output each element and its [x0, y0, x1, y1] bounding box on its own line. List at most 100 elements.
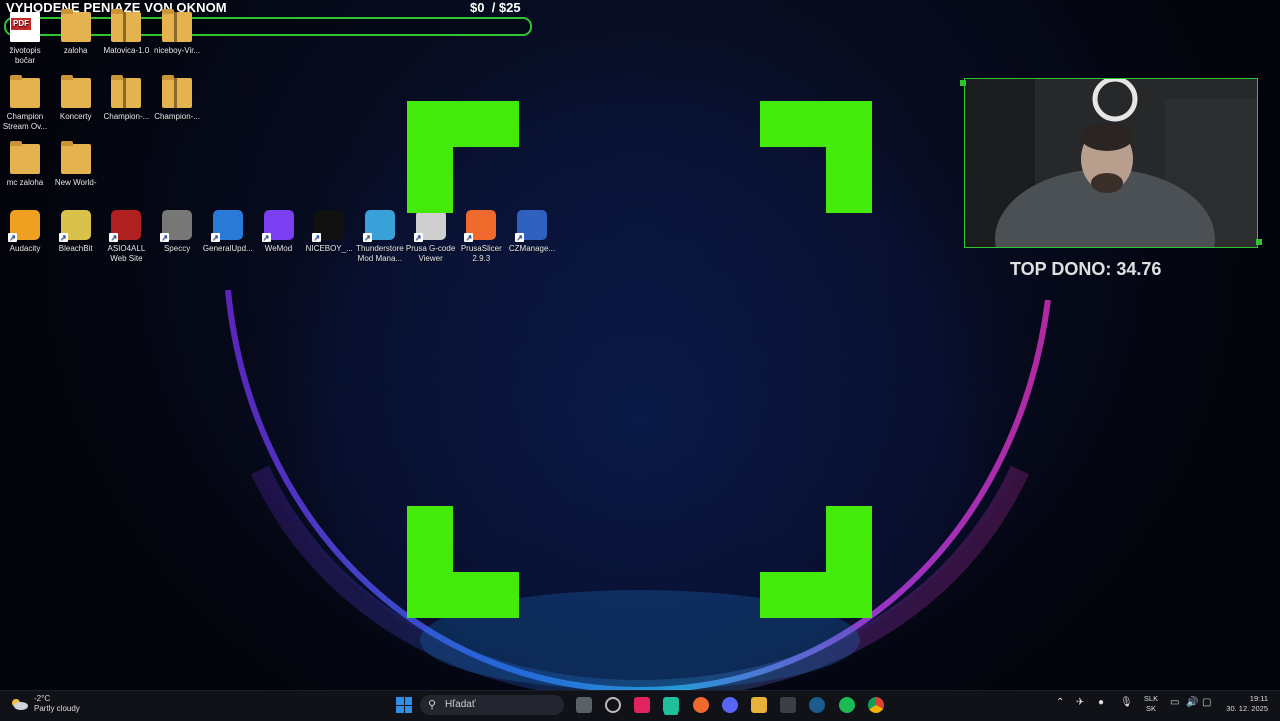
weather-widget[interactable]: -2°C Partly cloudy	[10, 694, 80, 714]
weather-description: Partly cloudy	[34, 704, 80, 713]
taskbar-search[interactable]: ⚲ Hľadať	[420, 695, 564, 715]
niceboy-icon	[312, 210, 345, 242]
top-donation-label: TOP DONO: 34.76	[1010, 259, 1162, 279]
desktop-icon[interactable]: BleachBit	[51, 210, 101, 254]
desktop-icon[interactable]: WeMod	[254, 210, 304, 254]
desktop-icon[interactable]: NICEBOY_...	[304, 210, 354, 254]
weather-temperature: -2°C	[34, 694, 51, 703]
desktop-icon-label: Matovica-1.0	[103, 46, 150, 55]
obs-icon[interactable]	[605, 697, 621, 713]
network-icon[interactable]: ▭	[1170, 697, 1179, 708]
desktop-icon[interactable]: Koncerty	[51, 75, 101, 122]
chrome-icon[interactable]	[868, 697, 884, 713]
desktop-icon[interactable]: Champion-...	[101, 75, 151, 122]
desktop-icon-label: niceboy-Vir...	[154, 46, 201, 55]
zip-folder-icon	[111, 75, 142, 108]
frame-corner-top-left	[407, 101, 519, 213]
desktop-icon[interactable]: mc zaloha	[0, 141, 50, 188]
desktop-icon[interactable]: CZManage...	[507, 210, 557, 254]
desktop-icon-label: CZManage...	[508, 244, 556, 253]
clock-date: 30. 12. 2025	[1226, 704, 1268, 713]
czmanager-icon	[515, 210, 547, 242]
spotify-icon[interactable]	[839, 697, 855, 713]
thunderstore-icon	[362, 210, 395, 242]
tray-app-icon[interactable]: ●	[1098, 697, 1104, 708]
language-indicator[interactable]: SLK SK	[1140, 694, 1162, 714]
desktop-icon[interactable]: zaloha	[51, 9, 101, 56]
webcam-image	[965, 79, 1257, 247]
prusaslicer-taskbar-icon[interactable]	[693, 697, 709, 713]
discord-icon[interactable]	[722, 697, 738, 713]
folder-icon	[60, 75, 91, 108]
desktop-icon[interactable]: PDF životopis bočar	[0, 12, 50, 66]
goal-target: / $25	[491, 0, 521, 15]
clock-time: 19:11	[1249, 694, 1268, 703]
frame-corner-top-right	[760, 101, 872, 213]
desktop-icon[interactable]: GeneralUpd...	[203, 210, 253, 254]
desktop-icon-label: Champion-...	[103, 112, 150, 121]
folder-icon	[60, 141, 91, 174]
desktop-icon[interactable]: ASIO4ALL Web Site	[101, 210, 151, 264]
desktop-icon[interactable]: Audacity	[0, 210, 50, 254]
zip-folder-icon	[111, 9, 142, 42]
desktop-icon-label: PrusaSlicer 2.9.3	[460, 244, 502, 263]
volume-icon[interactable]: 🔊	[1186, 697, 1198, 708]
task-view-icon[interactable]	[576, 697, 592, 713]
start-button[interactable]	[396, 697, 412, 713]
desktop-icon-label: Thunderstore Mod Mana...	[356, 244, 404, 263]
taskbar: -2°C Partly cloudy ⚲ Hľadať ⌃ ✈ ● 🎙 SLK …	[0, 690, 1280, 721]
desktop-icon-label: ASIO4ALL Web Site	[107, 244, 146, 263]
desktop-icon[interactable]: Thunderstore Mod Mana...	[355, 210, 405, 264]
desktop-icon-label: NICEBOY_...	[305, 244, 353, 253]
zip-folder-icon	[162, 9, 193, 42]
epic-games-icon[interactable]	[780, 697, 796, 713]
desktop-icon-label: Speccy	[163, 244, 191, 253]
keyboard-layout: SK	[1145, 704, 1156, 713]
microphone-icon[interactable]: 🎙	[1120, 697, 1133, 708]
active-app-icon[interactable]	[663, 697, 679, 713]
audacity-icon	[8, 210, 40, 242]
wemod-icon	[261, 210, 294, 242]
webcam-feed	[964, 78, 1258, 248]
desktop-icon-label: životopis bočar	[9, 46, 41, 65]
desktop-icon[interactable]: Champion Stream Ov...	[0, 75, 50, 132]
zip-folder-icon	[162, 75, 193, 108]
folder-icon	[60, 9, 91, 42]
search-placeholder: Hľadať	[445, 699, 476, 710]
desktop-icon-label: Champion-...	[154, 112, 200, 121]
general-update-icon	[210, 210, 243, 242]
prusaslicer-icon	[464, 210, 497, 242]
desktop-icon-label: mc zaloha	[6, 178, 44, 187]
desktop-icon[interactable]: Matovica-1.0	[101, 9, 151, 56]
chevron-up-icon[interactable]: ⌃	[1056, 697, 1064, 708]
desktop-icon-label: New World-	[54, 178, 97, 187]
webcam-handle	[960, 80, 966, 86]
prusa-gcode-icon	[413, 210, 446, 242]
desktop-icon[interactable]: Prusa G-code Viewer	[406, 210, 456, 264]
battery-icon[interactable]: ▢	[1202, 697, 1211, 708]
file-explorer-icon[interactable]	[751, 697, 767, 713]
language-code: SLK	[1143, 694, 1159, 703]
desktop-icon[interactable]: Champion-...	[152, 75, 202, 122]
webcam-handle	[1256, 239, 1262, 245]
clock[interactable]: 19:11 30. 12. 2025	[1220, 694, 1268, 714]
desktop-icon-label: Koncerty	[59, 112, 92, 121]
desktop-icon[interactable]: New World-	[51, 141, 101, 188]
desktop-icon-label: GeneralUpd...	[202, 244, 253, 253]
pdf-icon: PDF	[10, 12, 40, 42]
cloud-icon	[10, 697, 28, 711]
frame-corner-bottom-left	[407, 506, 519, 618]
desktop-icon[interactable]: niceboy-Vir...	[152, 9, 202, 56]
goal-amount: $0 / $25	[470, 0, 521, 15]
tray-app-icon[interactable]: ✈	[1076, 697, 1084, 708]
asio4all-icon	[109, 210, 142, 242]
desktop-icon[interactable]: Speccy	[152, 210, 202, 254]
desktop-icon-label: WeMod	[264, 244, 293, 253]
steam-icon[interactable]	[809, 697, 825, 713]
speccy-icon	[160, 210, 193, 242]
search-icon: ⚲	[428, 699, 437, 711]
desktop-icon-label: Prusa G-code Viewer	[405, 244, 456, 263]
desktop-icon-label: zaloha	[63, 46, 88, 55]
desktop-icon[interactable]: PrusaSlicer 2.9.3	[456, 210, 506, 264]
tiktok-icon[interactable]	[634, 697, 650, 713]
